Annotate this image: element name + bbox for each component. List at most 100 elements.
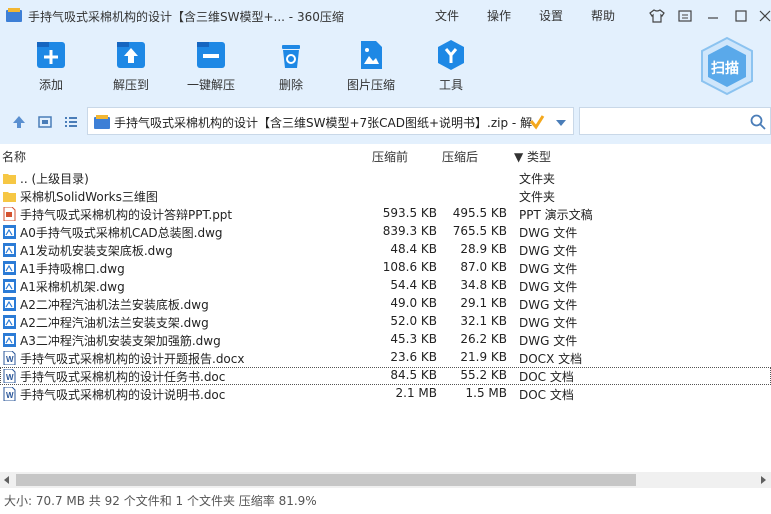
one-click-extract-button[interactable]: 一键解压 (175, 38, 247, 96)
compressed-size: 29.1 KB (460, 296, 507, 310)
file-type: DWG 文件 (519, 262, 578, 276)
original-size: 48.4 KB (390, 242, 437, 256)
menu-help[interactable]: 帮助 (591, 7, 615, 24)
file-type: DWG 文件 (519, 334, 578, 348)
file-name: A1发动机安装支架底板.dwg (20, 244, 173, 258)
one-click-extract-label: 一键解压 (186, 78, 235, 92)
table-row[interactable]: A2二冲程汽油机法兰安装底板.dwg 49.0 KB 29.1 KB DWG 文件 (0, 295, 771, 313)
folder-icon (3, 174, 16, 184)
tools-button[interactable]: 工具 (415, 38, 487, 96)
original-size: 84.5 KB (390, 368, 437, 382)
feedback-icon[interactable] (677, 8, 693, 24)
extract-icon (117, 42, 145, 68)
file-name: A1手持吸棉口.dwg (20, 262, 125, 276)
file-name: 手持气吸式采棉机构的设计开题报告.docx (20, 352, 245, 366)
file-type: DWG 文件 (519, 244, 578, 258)
table-row[interactable]: A1采棉机机架.dwg 54.4 KB 34.8 KB DWG 文件 (0, 277, 771, 295)
file-type: DWG 文件 (519, 226, 578, 240)
image-compress-button[interactable]: 图片压缩 (335, 38, 407, 96)
path-text: 手持气吸式采棉机构的设计【含三维SW模型+7张CAD图纸+说明书】.zip - … (114, 116, 533, 130)
maximize-icon[interactable] (733, 8, 749, 24)
file-type: DOCX 文档 (519, 352, 583, 366)
scrollbar-thumb[interactable] (16, 474, 636, 486)
file-type: DWG 文件 (519, 280, 578, 294)
original-size: 54.4 KB (390, 278, 437, 292)
table-row[interactable]: W 手持气吸式采棉机构的设计任务书.doc 84.5 KB 55.2 KB DOC 文档 (0, 367, 771, 385)
path-box[interactable]: 手持气吸式采棉机构的设计【含三维SW模型+7张CAD图纸+说明书】.zip - … (87, 107, 574, 135)
compressed-size: 28.9 KB (460, 242, 507, 256)
table-row[interactable]: W 手持气吸式采棉机构的设计说明书.doc 2.1 MB 1.5 MB DOC 文档 (0, 385, 771, 403)
title-bar: 手持气吸式采棉机构的设计【含三维SW模型+... - 360压缩 文件 操作 设… (0, 0, 771, 30)
table-row[interactable]: A1发动机安装支架底板.dwg 48.4 KB 28.9 KB DWG 文件 (0, 241, 771, 259)
horizontal-scrollbar[interactable] (0, 472, 771, 488)
column-name[interactable]: 名称 (2, 148, 26, 165)
scroll-right-icon[interactable] (761, 476, 766, 484)
add-label: 添加 (38, 78, 63, 92)
compressed-size: 1.5 MB (465, 386, 507, 400)
file-type: DWG 文件 (519, 316, 578, 330)
word-file-icon: W (3, 351, 16, 365)
table-row[interactable]: A2二冲程汽油机法兰安装支架.dwg 52.0 KB 32.1 KB DWG 文件 (0, 313, 771, 331)
window-title: 手持气吸式采棉机构的设计【含三维SW模型+... - 360压缩 (28, 10, 344, 24)
table-row[interactable]: 手持气吸式采棉机构的设计答辩PPT.ppt 593.5 KB 495.5 KB PPT… (0, 205, 771, 223)
column-type[interactable]: ▼ 类型 (514, 148, 551, 165)
image-compress-icon (361, 41, 382, 69)
menu-file[interactable]: 文件 (435, 7, 459, 24)
compressed-size: 34.8 KB (460, 278, 507, 292)
compressed-size: 32.1 KB (460, 314, 507, 328)
extract-to-button[interactable]: 解压到 (95, 38, 167, 96)
file-name: 手持气吸式采棉机构的设计任务书.doc (20, 370, 226, 384)
scan-label: 扫描 (711, 61, 739, 77)
column-compressed-size[interactable]: 压缩后 (442, 148, 478, 165)
checkmark-icon (529, 115, 545, 130)
file-name: A2二冲程汽油机法兰安装支架.dwg (20, 316, 209, 330)
table-row[interactable]: W 手持气吸式采棉机构的设计开题报告.docx 23.6 KB 21.9 KB DOCX… (0, 349, 771, 367)
table-row[interactable]: 采棉机SolidWorks三维图 文件夹 (0, 187, 771, 205)
original-size: 23.6 KB (390, 350, 437, 364)
file-name: A2二冲程汽油机法兰安装底板.dwg (20, 298, 209, 312)
svg-text:W: W (6, 391, 14, 400)
original-size: 2.1 MB (395, 386, 437, 400)
table-row[interactable]: A0手持气吸式采棉机CAD总装图.dwg 839.3 KB 765.5 KB DWG … (0, 223, 771, 241)
compressed-size: 495.5 KB (452, 206, 507, 220)
search-icon[interactable] (750, 114, 766, 130)
svg-text:W: W (6, 355, 14, 364)
skin-shirt-icon[interactable] (649, 8, 665, 24)
delete-label: 删除 (278, 78, 303, 92)
tools-icon (438, 40, 464, 70)
menu-settings[interactable]: 设置 (539, 7, 563, 24)
file-type: 文件夹 (519, 172, 556, 186)
path-dropdown-icon[interactable] (556, 120, 566, 126)
compressed-size: 26.2 KB (460, 332, 507, 346)
file-name: .. (上级目录) (20, 172, 89, 186)
thumbnail-view-icon[interactable] (38, 115, 52, 129)
tools-label: 工具 (438, 78, 463, 92)
file-name: A1采棉机机架.dwg (20, 280, 125, 294)
dwg-file-icon (3, 297, 16, 311)
header-area: 手持气吸式采棉机构的设计【含三维SW模型+... - 360压缩 文件 操作 设… (0, 0, 771, 144)
address-bar: 手持气吸式采棉机构的设计【含三维SW模型+7张CAD图纸+说明书】.zip - … (0, 104, 771, 140)
minimize-icon[interactable] (705, 8, 721, 24)
file-name: A3二冲程汽油机安装支架加强筋.dwg (20, 334, 221, 348)
table-row[interactable]: A3二冲程汽油机安装支架加强筋.dwg 45.3 KB 26.2 KB DWG 文件 (0, 331, 771, 349)
file-name: 采棉机SolidWorks三维图 (20, 190, 158, 204)
dwg-file-icon (3, 243, 16, 257)
scroll-left-icon[interactable] (4, 476, 9, 484)
compressed-size: 55.2 KB (460, 368, 507, 382)
scan-button[interactable]: 扫描 (698, 36, 756, 96)
list-view-icon[interactable] (64, 115, 78, 129)
dwg-file-icon (3, 333, 16, 347)
ppt-file-icon (3, 207, 16, 221)
menu-action[interactable]: 操作 (487, 7, 511, 24)
go-up-icon[interactable] (12, 115, 26, 129)
table-row[interactable]: .. (上级目录) 文件夹 (0, 169, 771, 187)
word-file-icon: W (3, 387, 16, 401)
table-row[interactable]: A1手持吸棉口.dwg 108.6 KB 87.0 KB DWG 文件 (0, 259, 771, 277)
search-input[interactable] (579, 107, 771, 135)
delete-button[interactable]: 删除 (255, 38, 327, 96)
add-button[interactable]: 添加 (15, 38, 87, 96)
add-icon (37, 42, 65, 68)
close-icon[interactable] (757, 8, 771, 24)
column-original-size[interactable]: 压缩前 (372, 148, 408, 165)
original-size: 108.6 KB (382, 260, 437, 274)
